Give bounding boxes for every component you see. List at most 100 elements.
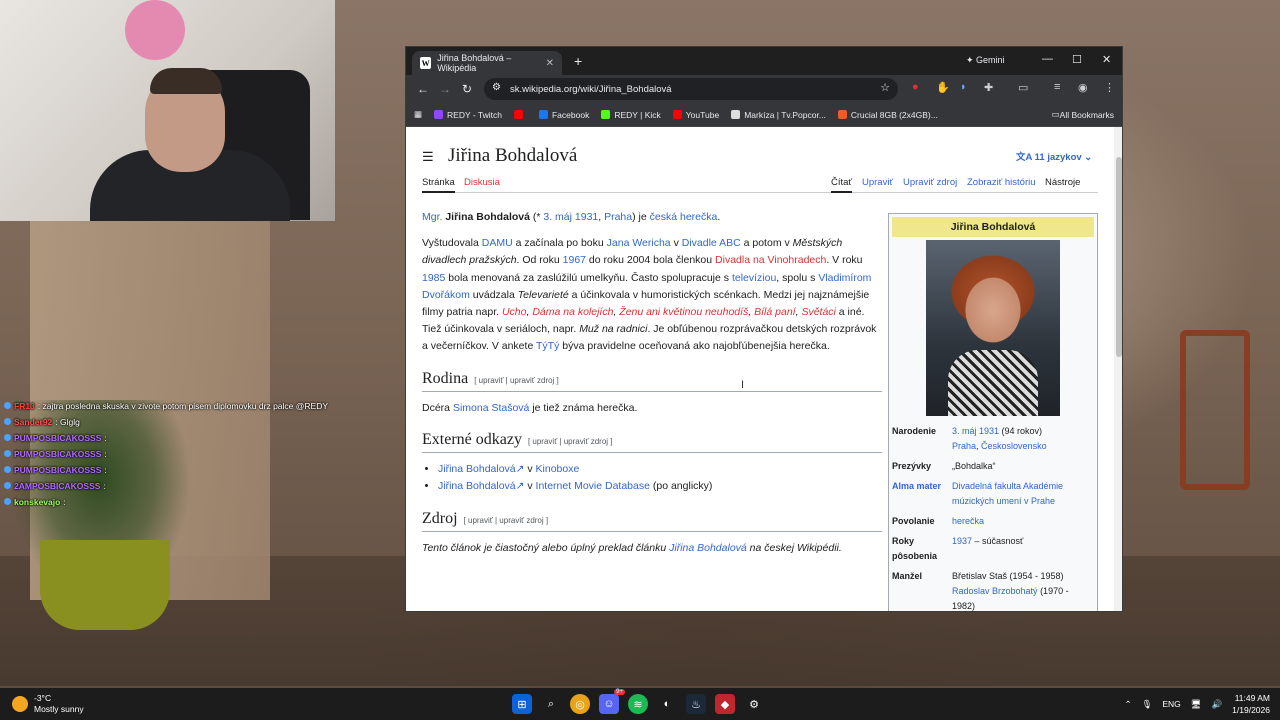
chat-message: PUMPOSBICAKOSSS: (4, 430, 328, 446)
close-tab-icon[interactable]: ✕ (546, 58, 554, 69)
address-bar[interactable]: ⚙ sk.wikipedia.org/wiki/Jiřina_Bohdalová… (484, 78, 898, 100)
infobox-key: Povolanie (892, 516, 935, 526)
bio-link[interactable]: 1985 (422, 272, 445, 284)
edit-section-link[interactable]: [ upraviť | upraviť zdroj ] (474, 376, 559, 385)
network-icon[interactable]: 🖥 (1191, 699, 1202, 710)
infobox-link[interactable]: 1937 (952, 536, 972, 546)
link-simona[interactable]: Simona Stašová (453, 402, 529, 414)
scrollbar-thumb[interactable] (1116, 157, 1122, 357)
bio-link[interactable]: Divadle ABC (682, 237, 741, 249)
bookmark-item[interactable]: YouTube (672, 110, 719, 120)
game-launcher-icon[interactable]: ◆ (715, 694, 735, 714)
clock[interactable]: 11:49 AM 1/19/2026 (1232, 692, 1270, 716)
bio-redlink[interactable]: Světáci (801, 306, 835, 318)
forward-icon[interactable]: → (434, 82, 456, 96)
taskbar: -3°C Mostly sunny ⊞ ⌕ ◎ ☺ 9+ ≋ ◐ ♨ ◆ ⚙ ⌃ 🎙… (0, 688, 1280, 720)
bookmark-item[interactable]: Facebook (538, 110, 589, 120)
infobox-link[interactable]: Radoslav Brzobohatý (952, 586, 1038, 596)
cast-icon[interactable]: ▭ (1018, 81, 1028, 94)
languages-button[interactable]: 文A 11 jazykov ⌄ (1016, 149, 1092, 163)
bio-redlink[interactable]: Divadla na Vinohradech (715, 254, 826, 266)
tab-action[interactable]: Čítať (831, 177, 852, 193)
menu-icon[interactable]: ⋮ (1104, 81, 1115, 94)
language-indicator[interactable]: ENG (1162, 699, 1180, 709)
tab-stranka[interactable]: Stránka (422, 177, 455, 193)
reload-icon[interactable]: ↻ (456, 82, 478, 96)
external-site-link[interactable]: Kinoboxe (536, 463, 580, 475)
minimize-icon[interactable]: — (1042, 53, 1053, 65)
infobox-link[interactable]: Divadelná fakulta Akadémie múzických ume… (952, 481, 1063, 506)
external-link[interactable]: Jiřina Bohdalová (438, 463, 516, 475)
bio-link[interactable]: TýTý (536, 340, 559, 352)
discord-badge: 9+ (614, 689, 625, 695)
bookmark-label: Crucial 8GB (2x4GB)... (850, 109, 938, 120)
link-ceska-herecka[interactable]: česká herečka (650, 211, 718, 223)
discord-icon[interactable]: ☺ 9+ (599, 689, 625, 714)
search-icon[interactable]: ⌕ (541, 694, 561, 714)
steam-icon[interactable]: ♨ (686, 694, 706, 714)
volume-icon[interactable]: 🔊 (1212, 699, 1223, 710)
infobox-key[interactable]: Alma mater (892, 479, 952, 509)
tab-diskusia[interactable]: Diskusia (464, 177, 500, 188)
infobox-link[interactable]: Praha (952, 441, 976, 451)
tab-action[interactable]: Zobraziť históriu (967, 177, 1036, 188)
extension-hand-icon[interactable]: ✋ (936, 81, 950, 94)
tray-chevron-icon[interactable]: ⌃ (1124, 699, 1131, 710)
tab-action[interactable]: Upraviť (862, 177, 893, 188)
bookmark-item[interactable]: Markíza | Tv.Popcor... (731, 110, 826, 120)
extension-red-icon[interactable]: ● (912, 81, 919, 93)
tab-action[interactable]: Nástroje (1045, 177, 1080, 188)
maximize-icon[interactable]: ☐ (1072, 53, 1082, 66)
edit-section-link[interactable]: [ upraviť | upraviť zdroj ] (528, 437, 613, 446)
external-link[interactable]: Jiřina Bohdalová (438, 480, 516, 492)
edit-section-link[interactable]: [ upraviť | upraviť zdroj ] (464, 516, 549, 525)
bookmark-favicon-icon (731, 110, 741, 119)
bio-link[interactable]: Jana Wericha (607, 237, 671, 249)
bookmark-item[interactable] (513, 110, 527, 119)
microphone-icon[interactable]: 🎙 (1142, 699, 1153, 710)
link-birthdate[interactable]: 3. máj 1931 (543, 211, 598, 223)
bio-redlink[interactable]: Ženu ani květinou neuhodíš (619, 306, 748, 318)
scrollbar[interactable] (1114, 127, 1122, 611)
bookmark-item[interactable]: REDY - Twitch (434, 110, 502, 120)
back-icon[interactable]: ← (412, 82, 434, 96)
bookmark-item[interactable]: REDY | Kick (601, 110, 661, 120)
bio-redlink[interactable]: Ucho (502, 306, 527, 318)
profile-avatar[interactable]: ◉ (1078, 81, 1088, 94)
chrome-icon[interactable]: ◎ (570, 694, 590, 714)
all-bookmarks-button[interactable]: ▭ All Bookmarks (1052, 109, 1114, 120)
extension-audio-icon[interactable]: ◗ (960, 81, 967, 93)
extensions-puzzle-icon[interactable]: ✚ (984, 81, 993, 94)
tab-wikipedia[interactable]: W Jiřina Bohdalová – Wikipédia ✕ (412, 51, 562, 75)
weather-widget[interactable]: -3°C Mostly sunny (12, 693, 84, 715)
infobox-link[interactable]: 3. máj 1931 (952, 426, 999, 436)
bio-link[interactable]: 1967 (563, 254, 586, 266)
hamburger-menu-icon[interactable]: ☰ (422, 149, 434, 165)
apps-icon[interactable]: ▦ (414, 109, 422, 120)
portrait-photo[interactable] (926, 240, 1060, 416)
obs-icon[interactable]: ◐ (657, 694, 677, 714)
gemini-button[interactable]: ✦ Gemini (966, 55, 1005, 66)
bookmark-item[interactable]: Crucial 8GB (2x4GB)... (837, 109, 938, 120)
reading-list-icon[interactable]: ≡ (1054, 81, 1060, 93)
infobox-link[interactable]: Československo (981, 441, 1047, 451)
bio-link[interactable]: televíziou (732, 272, 776, 284)
new-tab-icon[interactable]: + (574, 53, 582, 69)
link-mgr[interactable]: Mgr. (422, 211, 442, 223)
infobox-link[interactable]: herečka (952, 516, 984, 526)
spotify-icon[interactable]: ≋ (628, 694, 648, 714)
tab-action[interactable]: Upraviť zdroj (903, 177, 957, 188)
link-praha[interactable]: Praha (604, 211, 632, 223)
bio-redlink[interactable]: Dáma na kolejích (532, 306, 613, 318)
settings-icon[interactable]: ⚙ (744, 694, 764, 714)
start-icon[interactable]: ⊞ (512, 694, 532, 714)
external-site-link[interactable]: Internet Movie Database (536, 480, 650, 492)
bookmark-star-icon[interactable]: ☆ (880, 81, 890, 94)
bio-link[interactable]: DAMU (482, 237, 513, 249)
bio-redlink[interactable]: Bílá paní (754, 306, 795, 318)
section-title: Externé odkazy (422, 431, 522, 449)
site-info-icon[interactable]: ⚙ (492, 82, 501, 93)
chat-text: : (104, 465, 107, 475)
link-cs-article[interactable]: Jiřina Bohdalová (669, 542, 747, 554)
close-window-icon[interactable]: ✕ (1102, 53, 1111, 66)
